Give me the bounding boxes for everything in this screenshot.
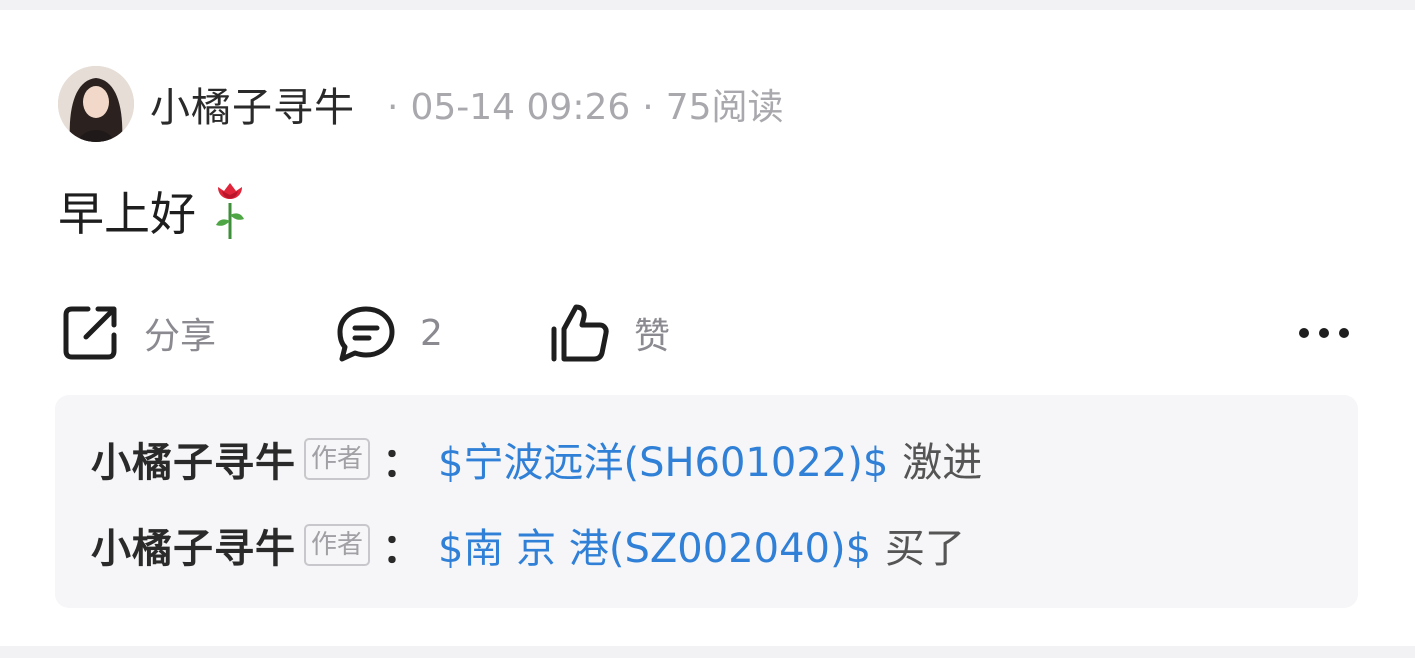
like-button[interactable]: 赞: [548, 300, 670, 366]
post-time: 05-14 09:26: [410, 87, 631, 128]
stock-link[interactable]: $宁波远洋(SH601022)$: [438, 430, 888, 488]
rose-icon: [216, 183, 244, 239]
comment-item: 小橘子寻牛 作者 ： $南 京 港(SZ002040)$ 买了: [91, 515, 965, 575]
comment-icon: [337, 306, 395, 362]
stock-link[interactable]: $南 京 港(SZ002040)$: [438, 516, 871, 574]
more-icon: [1299, 328, 1349, 338]
post-header: 小橘子寻牛 · 05-14 09:26 · 75阅读: [58, 66, 784, 142]
post-content-text: 早上好: [58, 187, 196, 241]
author-badge: 作者: [304, 524, 371, 566]
like-icon: [551, 304, 609, 362]
comment-count: 2: [420, 312, 443, 354]
comment-button[interactable]: 2: [334, 300, 443, 366]
like-label: 赞: [634, 316, 671, 357]
author-name[interactable]: 小橘子寻牛: [150, 75, 355, 133]
comment-author[interactable]: 小橘子寻牛: [91, 516, 296, 574]
author-badge: 作者: [304, 438, 371, 480]
post-card: 小橘子寻牛 · 05-14 09:26 · 75阅读 早上好 分享 2 赞 小橘…: [0, 10, 1415, 646]
meta-separator: ·: [387, 87, 399, 128]
post-content: 早上好: [58, 178, 250, 244]
comment-author[interactable]: 小橘子寻牛: [91, 430, 296, 488]
share-button[interactable]: 分享: [58, 300, 216, 366]
post-meta: · 05-14 09:26 · 75阅读: [375, 78, 784, 130]
comment-colon: ：: [382, 440, 423, 486]
read-count: 75阅读: [665, 87, 784, 128]
share-label: 分享: [144, 316, 217, 357]
meta-separator: ·: [642, 87, 654, 128]
avatar[interactable]: [58, 66, 134, 142]
share-icon: [63, 306, 117, 360]
comment-list: 小橘子寻牛 作者 ： $宁波远洋(SH601022)$ 激进 小橘子寻牛 作者 …: [55, 395, 1358, 608]
comment-text: 激进: [902, 440, 983, 486]
action-bar: 分享 2 赞: [58, 300, 1358, 366]
comment-text: 买了: [885, 526, 966, 572]
comment-colon: ：: [382, 526, 423, 572]
comment-item: 小橘子寻牛 作者 ： $宁波远洋(SH601022)$ 激进: [91, 429, 982, 489]
more-button[interactable]: [1294, 300, 1354, 366]
